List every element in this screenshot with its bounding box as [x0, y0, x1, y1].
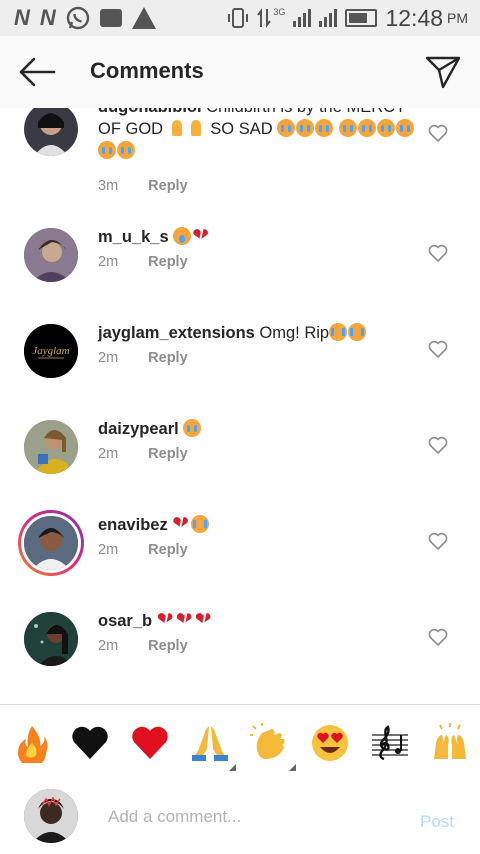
comment-composer: Post	[0, 779, 480, 854]
music-score-emoji-button[interactable]	[370, 723, 410, 763]
broken-heart-emoji	[176, 608, 194, 630]
loudly-crying-face-emoji	[329, 323, 348, 341]
skin-tone-indicator	[229, 764, 236, 771]
comment-timestamp: 2m	[98, 350, 119, 366]
comment-list[interactable]: dugonabibiol Childbirth is by the MERCY …	[0, 108, 480, 704]
svg-text:Jayglam: Jayglam	[32, 345, 69, 357]
battery-icon	[345, 9, 378, 27]
comment-username[interactable]: m_u_k_s	[98, 228, 169, 246]
crying-face-emoji	[117, 141, 135, 159]
clapping-hands-emoji-button[interactable]	[250, 723, 296, 771]
avatar[interactable]	[24, 228, 78, 282]
data-arrows-icon	[257, 8, 272, 28]
crying-face-emoji	[357, 119, 376, 137]
folded-hands-emoji	[168, 119, 186, 137]
signal-icon	[293, 9, 312, 27]
comment-timestamp: 3m	[98, 178, 119, 194]
comment-timestamp: 2m	[98, 638, 119, 654]
crying-face-emoji	[395, 119, 414, 137]
avatar[interactable]	[24, 420, 78, 474]
like-heart-icon[interactable]	[428, 628, 448, 646]
like-heart-icon[interactable]	[428, 436, 448, 454]
status-bar: N N 3G 12:48 PM	[0, 0, 480, 36]
crying-face-emoji	[183, 419, 202, 437]
fire-emoji-button[interactable]	[12, 723, 52, 763]
comment-username[interactable]: dugonabibiol	[98, 108, 202, 116]
heart-eyes-emoji-button[interactable]	[310, 723, 350, 763]
clock-ampm: PM	[447, 10, 468, 26]
sleepy-face-emoji	[173, 227, 192, 245]
folded-hands-emoji-button[interactable]	[190, 723, 236, 771]
reply-button[interactable]: Reply	[148, 254, 188, 270]
back-arrow-icon[interactable]	[18, 56, 56, 88]
comment-username[interactable]: jayglam_extensions	[98, 324, 255, 342]
avatar[interactable]	[24, 612, 78, 666]
comment-input[interactable]	[98, 801, 418, 833]
comment-text-continued: SO SAD	[205, 120, 273, 138]
emoji-quick-bar	[0, 704, 480, 780]
broken-heart-emoji	[195, 608, 213, 630]
avatar[interactable]	[24, 108, 78, 156]
post-button[interactable]: Post	[420, 812, 454, 832]
crying-face-emoji	[277, 119, 296, 137]
n-notification-icon: N	[14, 5, 30, 30]
broken-heart-emoji	[157, 608, 175, 630]
n-notification-icon: N	[39, 5, 56, 30]
clock-time: 12:48	[385, 4, 443, 31]
clapping-hands-icon	[250, 723, 285, 759]
vibrate-icon	[228, 8, 249, 28]
reply-button[interactable]: Reply	[148, 638, 188, 654]
folded-hands-emoji	[187, 119, 205, 137]
signal-icon	[319, 9, 338, 27]
page-title: Comments	[90, 58, 204, 83]
comments-header: Comments	[0, 36, 480, 108]
black-heart-emoji-button[interactable]	[70, 723, 110, 763]
crying-face-emoji	[98, 141, 116, 159]
story-ring[interactable]	[18, 510, 84, 576]
reply-button[interactable]: Reply	[148, 178, 188, 194]
network-type-label: 3G	[273, 7, 286, 17]
comment-timestamp: 2m	[98, 542, 119, 558]
reply-button[interactable]: Reply	[148, 446, 188, 462]
like-heart-icon[interactable]	[428, 244, 448, 262]
reply-button[interactable]: Reply	[148, 350, 188, 366]
comment-username[interactable]: osar_b	[98, 612, 152, 630]
like-heart-icon[interactable]	[428, 124, 448, 142]
comment-username[interactable]: enavibez	[98, 516, 168, 534]
loudly-crying-face-emoji	[191, 515, 210, 533]
image-icon	[99, 9, 122, 27]
crying-face-emoji	[296, 119, 315, 137]
whatsapp-icon	[66, 6, 89, 30]
warning-icon	[131, 7, 156, 29]
my-avatar	[24, 789, 78, 843]
red-heart-emoji-button[interactable]	[130, 723, 170, 763]
comment-timestamp: 2m	[98, 446, 119, 462]
avatar[interactable]: Jayglam	[24, 324, 78, 378]
raising-hands-icon	[434, 723, 466, 759]
raising-hands-emoji-button[interactable]	[430, 723, 470, 763]
direct-message-icon[interactable]	[424, 54, 462, 90]
like-heart-icon[interactable]	[428, 340, 448, 358]
loudly-crying-face-emoji	[348, 323, 367, 341]
avatar	[24, 516, 78, 570]
broken-heart-emoji	[192, 224, 210, 246]
folded-hands-icon	[192, 727, 228, 761]
crying-face-emoji	[376, 119, 395, 137]
broken-heart-emoji	[172, 512, 190, 534]
like-heart-icon[interactable]	[428, 532, 448, 550]
comment-text: Omg! Rip	[254, 324, 330, 342]
crying-face-emoji	[338, 119, 357, 137]
comment-username[interactable]: daizypearl	[98, 420, 179, 438]
skin-tone-indicator	[289, 764, 296, 771]
crying-face-emoji	[315, 119, 334, 137]
comment-timestamp: 2m	[98, 254, 119, 270]
reply-button[interactable]: Reply	[148, 542, 188, 558]
